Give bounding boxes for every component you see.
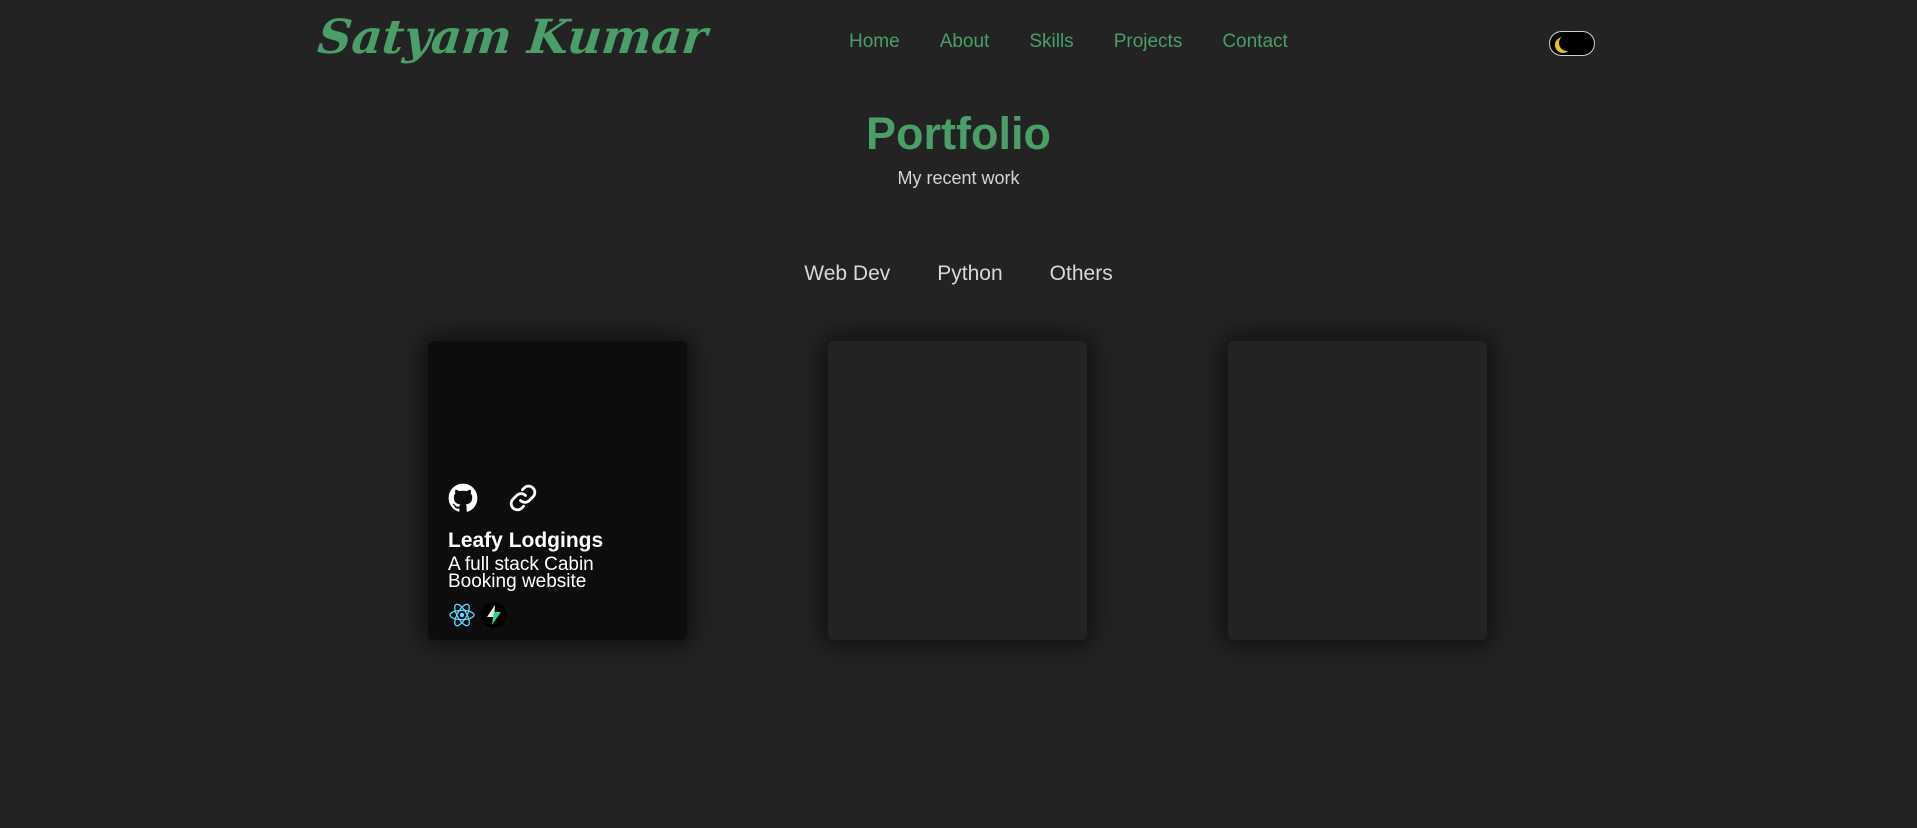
link-icon[interactable]: [508, 483, 538, 513]
tech-stack: [448, 601, 508, 629]
project-card-placeholder[interactable]: [1228, 341, 1487, 640]
filter-web-dev[interactable]: Web Dev: [804, 262, 890, 286]
nav-projects[interactable]: Projects: [1114, 30, 1183, 56]
filter-others[interactable]: Others: [1050, 262, 1113, 286]
project-description: A full stack Cabin Booking website: [448, 554, 594, 592]
moon-icon: [1559, 35, 1575, 51]
portfolio-filters: Web Dev Python Others: [0, 262, 1917, 286]
filter-python[interactable]: Python: [937, 262, 1002, 286]
supabase-icon: [481, 602, 507, 628]
nav-skills[interactable]: Skills: [1029, 30, 1073, 56]
project-links: [448, 483, 538, 513]
github-icon[interactable]: [448, 483, 478, 513]
section-subtitle: My recent work: [897, 168, 1020, 188]
project-title: Leafy Lodgings: [448, 529, 604, 552]
project-card-placeholder[interactable]: [828, 341, 1087, 640]
theme-toggle[interactable]: [1549, 31, 1595, 56]
site-logo[interactable]: Satyam Kumar: [315, 10, 710, 65]
react-icon: [449, 603, 475, 627]
main-nav: Home About Skills Projects Contact: [849, 30, 1328, 56]
nav-home[interactable]: Home: [849, 30, 900, 56]
project-card[interactable]: Leafy Lodgings A full stack Cabin Bookin…: [428, 341, 687, 640]
nav-about[interactable]: About: [940, 30, 990, 56]
section-title: Portfolio: [866, 108, 1051, 159]
nav-contact[interactable]: Contact: [1222, 30, 1287, 56]
